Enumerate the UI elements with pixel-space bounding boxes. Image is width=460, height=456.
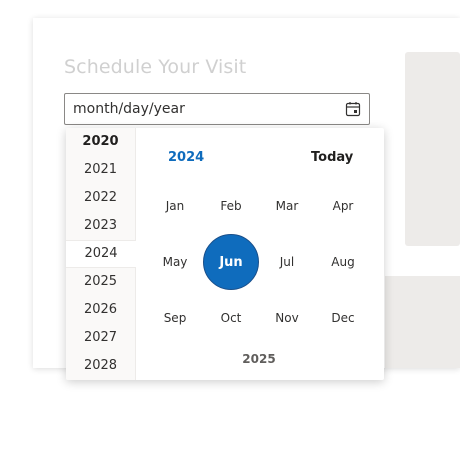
year-item-2020[interactable]: 2020 [66,128,135,156]
date-picker-popup: 2020 2021 2022 2023 2024 2025 2026 2027 … [66,128,384,380]
year-item-2022[interactable]: 2022 [66,184,135,212]
month-jun[interactable]: Jun [203,234,259,290]
year-item-2024[interactable]: 2024 [66,240,136,268]
today-button[interactable]: Today [311,150,353,165]
month-apr[interactable]: Apr [321,184,365,228]
month-jan[interactable]: Jan [153,184,197,228]
month-jul[interactable]: Jul [265,240,309,284]
date-field-value: month/day/year [73,101,185,117]
side-panel [405,52,460,246]
calendar-icon[interactable] [345,101,361,117]
month-feb[interactable]: Feb [209,184,253,228]
month-sep[interactable]: Sep [153,296,197,340]
year-item-2028[interactable]: 2028 [66,352,135,380]
bottom-panel [385,276,460,368]
year-item-2021[interactable]: 2021 [66,156,135,184]
year-item-2023[interactable]: 2023 [66,212,135,240]
year-item-2026[interactable]: 2026 [66,296,135,324]
date-field[interactable]: month/day/year [64,93,370,125]
month-aug[interactable]: Aug [321,240,365,284]
month-oct[interactable]: Oct [209,296,253,340]
current-year-button[interactable]: 2024 [168,150,204,165]
year-list: 2020 2021 2022 2023 2024 2025 2026 2027 … [66,128,136,380]
month-nov[interactable]: Nov [265,296,309,340]
month-dec[interactable]: Dec [321,296,365,340]
next-year-button[interactable]: 2025 [236,352,282,366]
page-title: Schedule Your Visit [64,56,247,78]
year-item-2027[interactable]: 2027 [66,324,135,352]
month-may[interactable]: May [153,240,197,284]
month-mar[interactable]: Mar [265,184,309,228]
year-item-2025[interactable]: 2025 [66,268,135,296]
